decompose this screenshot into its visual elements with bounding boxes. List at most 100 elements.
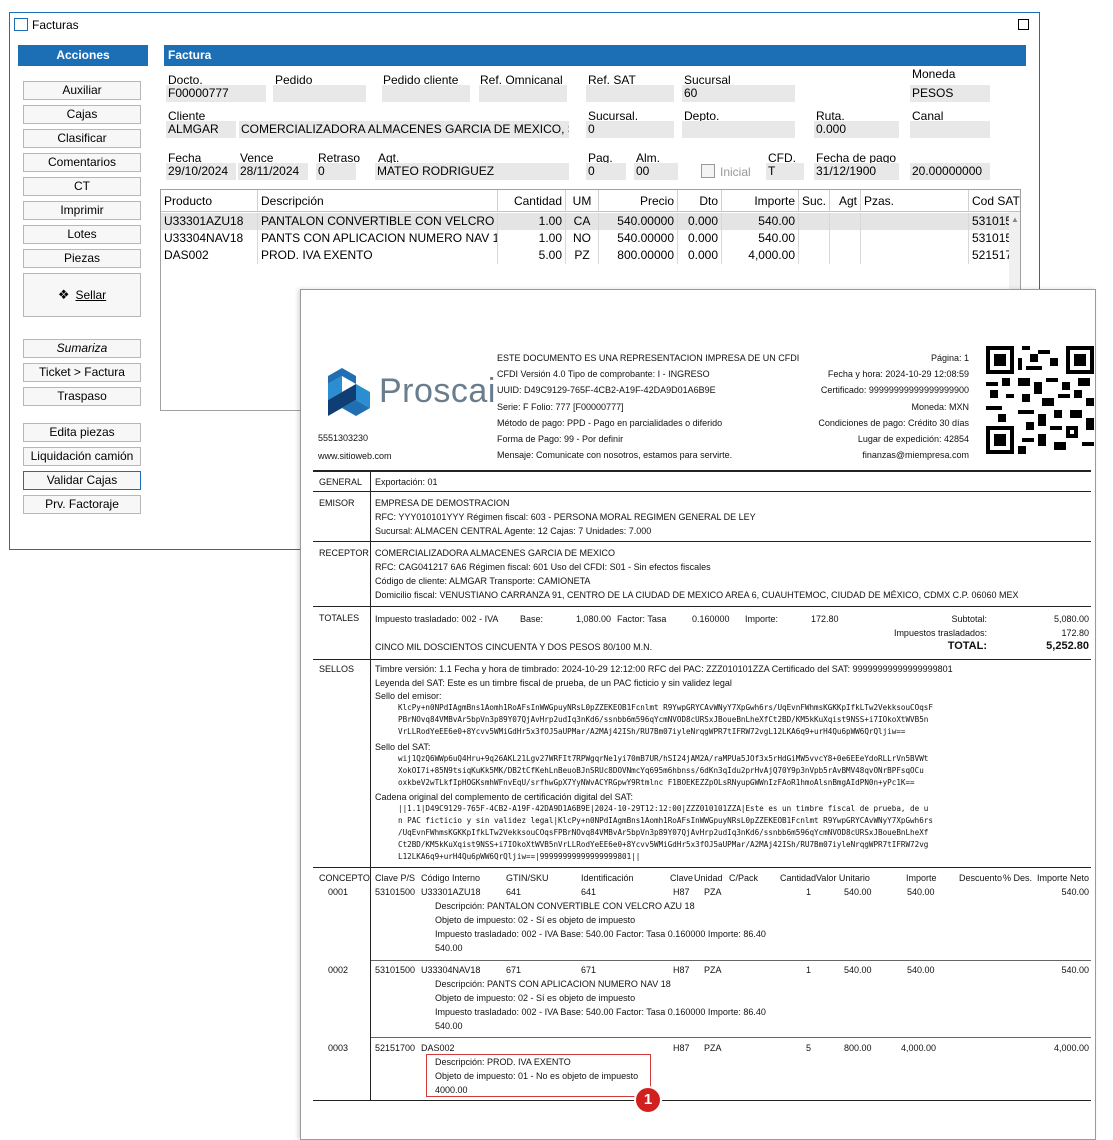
ref-sat-field[interactable] [586,85,674,102]
concepto-col: Descuento [959,873,1003,883]
ruta-field[interactable]: 0.000 [814,121,899,138]
window-title: Facturas [32,18,79,32]
doc-header-right: Lugar de expedición: 42854 [857,434,969,444]
edita-piezas-button[interactable]: Edita piezas [23,423,141,442]
cell-importe: 540.00 [722,230,799,247]
cadena-line: L12LKA6q9+urH4Qu6pWW6QrQljiw==|999999999… [398,852,641,861]
pedido-field[interactable] [273,85,366,102]
ct-button[interactable]: CT [23,177,141,196]
cliente-name-field[interactable]: COMERCIALIZADORA ALMACENES GARCIA DE MEX… [239,121,569,138]
scroll-up-icon[interactable]: ▲ [1011,215,1019,224]
cadena-line: ||1.1|D49C9129-765F-4CB2-A19F-42DA9D1A6B… [398,804,929,813]
concepto-clave-unidad: H87 [673,1043,690,1053]
retraso-field[interactable]: 0 [316,163,356,180]
col-dto[interactable]: Dto [678,190,722,212]
auxiliar-button[interactable]: Auxiliar [23,81,141,100]
totales-importe: 172.80 [811,614,839,624]
fecha-field[interactable]: 29/10/2024 [166,163,236,180]
fecha-pago-field[interactable]: 31/12/1900 [814,163,899,180]
docto-field[interactable]: F00000777 [166,85,266,102]
separator [313,491,1091,492]
sellar-label: Sellar [75,288,107,302]
table-row[interactable]: U33304NAV18 PANTS CON APLICACION NUMERO … [161,230,1011,247]
col-precio[interactable]: Precio [599,190,678,212]
col-suc[interactable]: Suc. [799,190,830,212]
company-web: www.sitioweb.com [318,451,392,461]
sucursal2-field[interactable]: 0 [586,121,674,138]
col-producto[interactable]: Producto [161,190,258,212]
moneda-field[interactable]: PESOS [910,85,990,102]
doc-header-right: finanzas@miempresa.com [862,450,969,460]
ticket-factura-button[interactable]: Ticket > Factura [23,363,141,382]
concepto-imp-total: 540.00 [435,1021,463,1031]
proscai-logo-icon [328,368,370,416]
piezas-button[interactable]: Piezas [23,249,141,268]
depto-field[interactable] [682,121,795,138]
separator [313,541,1091,542]
sellar-button[interactable]: ❖ Sellar [23,273,141,317]
brand-name: Proscai [379,372,496,410]
traspaso-button[interactable]: Traspaso [23,387,141,406]
canal-field[interactable] [910,121,990,138]
concepto-imp: Impuesto trasladado: 002 - IVA Base: 540… [435,929,766,939]
clasificar-button[interactable]: Clasificar [23,129,141,148]
separator [371,1037,1091,1038]
doc-header-line: CFDI Versión 4.0 Tipo de comprobante: I … [497,369,710,379]
agt-field[interactable]: MATEO RODRIGUEZ [375,163,569,180]
concepto-col: Valor Unitario [816,873,870,883]
concepto-unidad: PZA [704,965,722,975]
lotes-button[interactable]: Lotes [23,225,141,244]
doc-header-line: Forma de Pago: 99 - Por definir [497,434,624,444]
validar-cajas-button[interactable]: Validar Cajas [23,471,141,490]
cajas-button[interactable]: Cajas [23,105,141,124]
pag-field[interactable]: 0 [586,163,626,180]
comentarios-button[interactable]: Comentarios [23,153,141,172]
cell-descripcion: PANTS CON APLICACION NUMERO NAV 18 [258,230,498,247]
cliente-code-field[interactable]: ALMGAR [166,121,236,138]
sello-sat-line: XokOI7i+85N9tsiqKuKk5MK/DB2tCfKehLnBeuoB… [398,766,924,775]
concepto-cantidad: 1 [806,965,812,975]
sumariza-button[interactable]: Sumariza [23,339,141,358]
col-agt[interactable]: Agt [830,190,861,212]
concepto-clave: 53101500 [375,965,416,975]
sucursal-field[interactable]: 60 [682,85,795,102]
liquidacion-camion-button[interactable]: Liquidación camión [23,447,141,466]
cfd-field[interactable]: T [766,163,804,180]
vence-field[interactable]: 28/11/2024 [238,163,308,180]
alm-field[interactable]: 00 [634,163,678,180]
sello-sat-line: oxkbeV2wTLkfIpHOGKsmhWFnvEqU/srfhwGpX7Yy… [398,778,915,787]
concepto-unidad: PZA [704,887,722,897]
imprimir-button[interactable]: Imprimir [23,201,141,220]
doc-header-line: UUID: D49C9129-765F-4CB2-A19F-42DA9D01A6… [497,385,716,395]
concepto-gtin: 641 [506,887,522,897]
window-titlebar: Facturas [10,13,1039,37]
prv-factoraje-button[interactable]: Prv. Factoraje [23,495,141,514]
inicial-checkbox[interactable] [701,164,715,178]
concepto-col: C/Pack [729,873,759,883]
table-row[interactable]: DAS002 PROD. IVA EXENTO 5.00 PZ 800.0000… [161,247,1011,264]
col-cod-sat[interactable]: Cod SAT [969,190,1020,212]
cadena-line: Ct2BD/KM5kKuXqist9NSS+i7IOkoXtWVB5nVrLLR… [398,840,929,849]
emisor-label: EMISOR [319,498,355,508]
cell-producto: U33301AZU18 [161,213,258,230]
concepto-valor: 800.00 [844,1043,872,1053]
totales-importe-label: Importe: [745,614,779,624]
tipo-cambio-field[interactable]: 20.00000000 [910,163,990,180]
concepto-neto: 4,000.00 [1053,1043,1089,1053]
ref-omnicanal-field[interactable] [479,85,567,102]
col-cantidad[interactable]: Cantidad [498,190,566,212]
cell-descripcion: PANTALON CONVERTIBLE CON VELCRO AZU [258,213,498,230]
cell-importe: 540.00 [722,213,799,230]
cell-cantidad: 1.00 [498,213,566,230]
maximize-icon[interactable] [1018,19,1029,30]
col-descripcion[interactable]: Descripción [258,190,498,212]
col-importe[interactable]: Importe [722,190,799,212]
col-um[interactable]: UM [566,190,599,212]
concepto-cantidad: 5 [806,1043,812,1053]
cadena-line: /UqEvnFWhmsKGKKpIfkLTw2VekksouCOqsFPBrNO… [398,828,929,837]
pedido-cliente-field[interactable] [382,85,470,102]
cell-cod-sat: 531015 [972,214,1011,228]
table-row[interactable]: U33301AZU18 PANTALON CONVERTIBLE CON VEL… [161,213,1011,230]
col-pzas[interactable]: Pzas. [861,190,969,212]
separator [313,659,1091,660]
